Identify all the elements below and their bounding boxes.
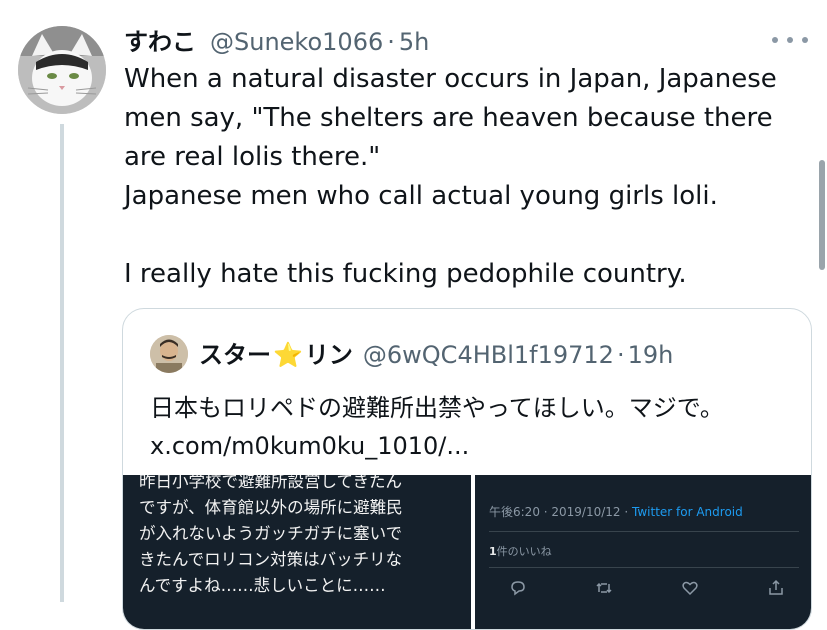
- tweet-text-line: When a natural disaster occurs in Japan,…: [124, 64, 777, 94]
- quoted-tweet[interactable]: スター ⭐ リン @6wQC4HBl1f19712 · 19h 日本もロリペドの…: [122, 308, 812, 630]
- quoted-author-handle[interactable]: @6wQC4HBl1f19712: [363, 341, 614, 369]
- tweet-text-line: I really hate this fucking pedophile cou…: [124, 259, 687, 289]
- tweet-header: すわこ @Suneko1066 · 5h: [124, 22, 429, 56]
- screenshot-actions: [509, 579, 785, 597]
- author-name[interactable]: すわこ: [124, 22, 196, 57]
- reply-icon: [509, 579, 527, 597]
- separator-dot: ·: [387, 28, 395, 56]
- media-image-left[interactable]: 昨日小学校で避難所設営してきたん ですが、体育館以外の場所に避難民 が入れないよ…: [123, 475, 471, 629]
- quoted-author-name-suffix[interactable]: リン: [305, 335, 353, 370]
- tweet-timestamp[interactable]: 5h: [399, 28, 429, 56]
- quoted-tweet-text: 日本もロリペドの避難所出禁やってほしい。マジで。 x.com/m0kum0ku_…: [150, 389, 790, 465]
- screenshot-likes: 1件のいいね: [489, 543, 552, 559]
- tweet-text-line: men say, "The shelters are heaven becaus…: [124, 103, 773, 133]
- quoted-text-line: 日本もロリペドの避難所出禁やってほしい。マジで。: [150, 394, 724, 422]
- quoted-link[interactable]: x.com/m0kum0ku_1010/...: [150, 427, 790, 465]
- likes-label: 件のいいね: [496, 545, 552, 558]
- likes-count: 1: [489, 545, 497, 558]
- quoted-author-avatar[interactable]: [150, 335, 188, 373]
- tweet-text-line: are real lolis there.": [124, 142, 381, 172]
- quoted-tweet-header: スター ⭐ リン @6wQC4HBl1f19712 · 19h: [199, 335, 673, 370]
- divider: [489, 531, 799, 532]
- tweet-text: When a natural disaster occurs in Japan,…: [124, 60, 814, 294]
- separator-dot: ·: [616, 341, 625, 369]
- quoted-timestamp[interactable]: 19h: [628, 341, 674, 369]
- screenshot-client: Twitter for Android: [632, 505, 743, 519]
- screenshot-text: 昨日小学校で避難所設営してきたん ですが、体育館以外の場所に避難民 が入れないよ…: [139, 475, 469, 599]
- screenshot-text-line: きたんでロリコン対策はバッチリな: [139, 550, 403, 569]
- heart-icon: [681, 579, 699, 597]
- author-avatar[interactable]: [18, 26, 106, 114]
- screenshot-text-line: 昨日小学校で避難所設営してきたん: [139, 475, 403, 491]
- share-icon: [767, 579, 785, 597]
- quoted-media[interactable]: 昨日小学校で避難所設営してきたん ですが、体育館以外の場所に避難民 が入れないよ…: [123, 475, 811, 629]
- author-handle[interactable]: @Suneko1066: [210, 28, 383, 56]
- retweet-icon: [595, 579, 613, 597]
- thread-line: [60, 124, 64, 602]
- screenshot-date: 午後6:20 · 2019/10/12 ·: [489, 505, 632, 519]
- screenshot-text-line: んですよね……悲しいことに……: [139, 576, 386, 595]
- more-horizontal-icon[interactable]: [772, 32, 808, 48]
- star-emoji-icon: ⭐: [273, 341, 303, 369]
- screenshot-text-line: ですが、体育館以外の場所に避難民: [139, 498, 403, 517]
- media-image-right[interactable]: 午後6:20 · 2019/10/12 · Twitter for Androi…: [475, 475, 811, 629]
- screenshot-text-line: が入れないようガッチガチに塞いで: [139, 524, 403, 543]
- tweet[interactable]: すわこ @Suneko1066 · 5h When a natural disa…: [0, 0, 827, 630]
- tweet-text-line: Japanese men who call actual young girls…: [124, 181, 718, 211]
- divider: [489, 567, 799, 568]
- quoted-author-name[interactable]: スター: [199, 335, 271, 370]
- screenshot-timestamp: 午後6:20 · 2019/10/12 · Twitter for Androi…: [489, 503, 743, 520]
- tweet-text-line: [124, 216, 814, 255]
- scrollbar[interactable]: [819, 160, 825, 270]
